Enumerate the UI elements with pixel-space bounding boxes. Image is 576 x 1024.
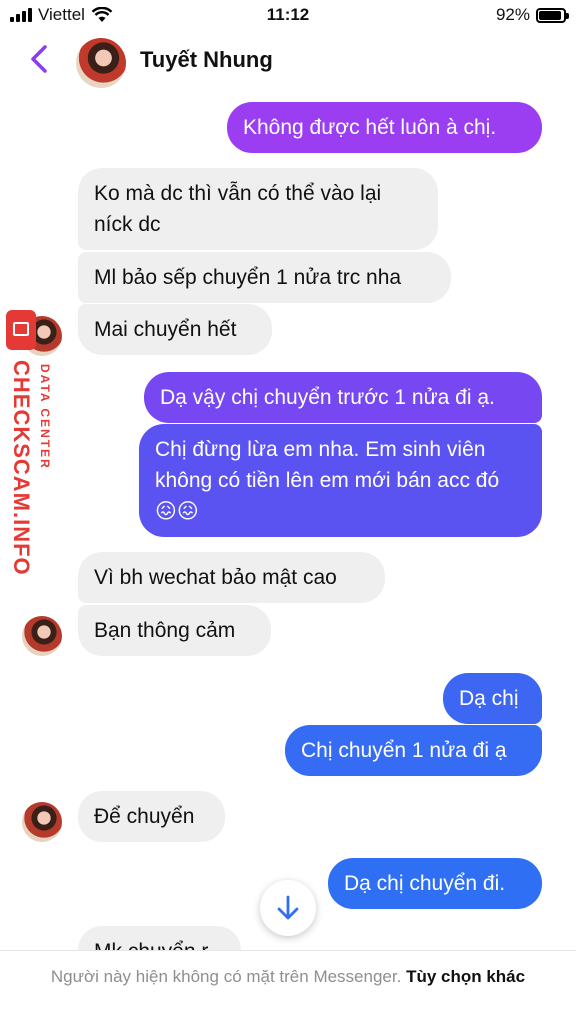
message-incoming[interactable]: Ko mà dc thì vẫn có thể vào lại níck dc: [78, 168, 438, 250]
clock: 11:12: [266, 5, 310, 24]
battery-icon: [536, 7, 569, 23]
message-incoming[interactable]: Mk chuyển r: [78, 926, 241, 950]
sender-avatar: [22, 616, 62, 656]
message-incoming[interactable]: Để chuyển: [78, 791, 225, 842]
message-outgoing[interactable]: Chị đừng lừa em nha. Em sinh viên không …: [139, 424, 542, 537]
message-outgoing[interactable]: Dạ chị chuyển đi.: [328, 858, 542, 909]
message-incoming[interactable]: Mai chuyển hết: [78, 304, 272, 355]
watermark: CHECKSCAM.INFO DATA CENTER: [2, 310, 62, 590]
watermark-main-text: CHECKSCAM.INFO: [9, 360, 34, 576]
contact-avatar[interactable]: [76, 38, 126, 88]
message-outgoing[interactable]: Không được hết luôn à chị.: [227, 102, 542, 153]
message-outgoing[interactable]: Dạ vậy chị chuyển trước 1 nửa đi ạ.: [144, 372, 542, 423]
unavailable-footer: Người này hiện không có mặt trên Messeng…: [0, 950, 576, 1024]
contact-name[interactable]: Tuyết Nhung: [140, 47, 273, 73]
arrow-down-icon: [277, 895, 299, 920]
scroll-to-bottom-button[interactable]: [260, 880, 316, 936]
more-options-link[interactable]: Tùy chọn khác: [406, 967, 525, 986]
message-outgoing[interactable]: Chị chuyển 1 nửa đi ạ: [285, 725, 542, 776]
lock-icon: [6, 310, 36, 350]
battery-percent: 92%: [495, 5, 530, 24]
sender-avatar: [22, 802, 62, 842]
message-incoming[interactable]: Ml bảo sếp chuyển 1 nửa trc nha: [78, 252, 451, 303]
battery-group: 92%: [495, 5, 569, 25]
watermark-sub-text: DATA CENTER: [38, 364, 52, 470]
status-bar: Viettel 11:12 92%: [0, 0, 576, 30]
message-list[interactable]: Không được hết luôn à chị. Ko mà dc thì …: [0, 90, 576, 950]
back-chevron-icon[interactable]: [28, 44, 52, 74]
message-incoming[interactable]: Bạn thông cảm: [78, 605, 271, 656]
message-outgoing[interactable]: Dạ chị: [443, 673, 542, 724]
message-incoming[interactable]: Vì bh wechat bảo mật cao: [78, 552, 385, 603]
unavailable-notice: Người này hiện không có mặt trên Messeng…: [50, 967, 402, 986]
conversation-header: Tuyết Nhung: [0, 30, 576, 90]
